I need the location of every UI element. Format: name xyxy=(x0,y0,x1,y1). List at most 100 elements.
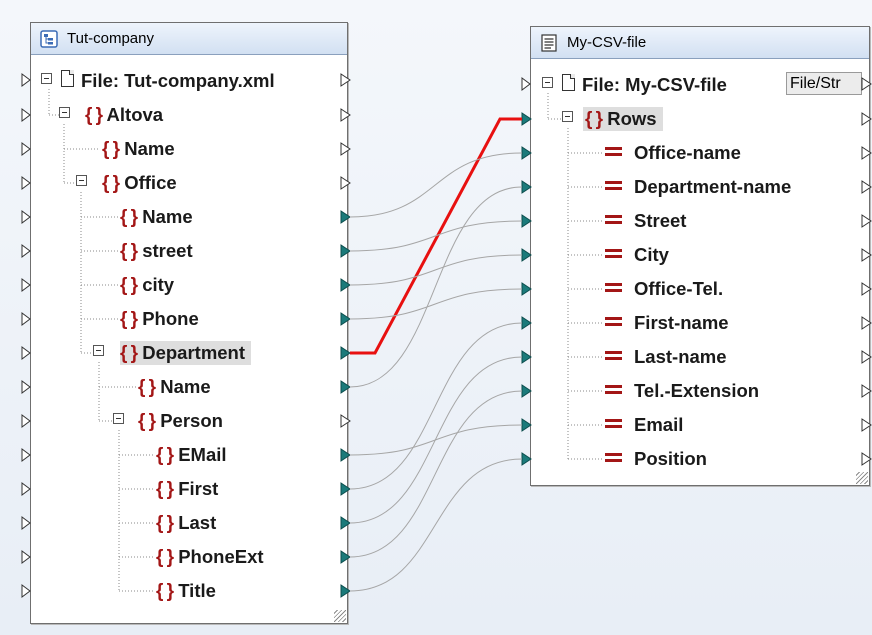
target-field-row[interactable]: Street xyxy=(531,207,867,233)
collapse-toggle[interactable] xyxy=(562,111,573,122)
source-item-label: { } Name xyxy=(120,205,193,229)
source-item-label: { } EMail xyxy=(156,443,227,467)
target-field-label: Office-name xyxy=(634,142,741,163)
source-tree-item[interactable]: { } city xyxy=(31,271,345,297)
text-field-icon xyxy=(605,453,622,462)
source-tree-item[interactable]: { } EMail xyxy=(31,441,345,467)
target-component-header[interactable]: My-CSV-file xyxy=(531,27,869,59)
source-item-label: { } Last xyxy=(156,511,216,535)
source-tree-item[interactable]: { } Phone xyxy=(31,305,345,331)
target-file-row[interactable]: File: My-CSV-file File/Str xyxy=(531,71,867,97)
source-tree-item[interactable]: { } Name xyxy=(31,373,345,399)
source-item-text: Phone xyxy=(137,308,199,329)
collapse-toggle[interactable] xyxy=(542,77,553,88)
source-item-text: EMail xyxy=(173,444,227,465)
source-item-text: Person xyxy=(155,410,223,431)
target-field-row[interactable]: First-name xyxy=(531,309,867,335)
source-tree-item[interactable]: { } Name xyxy=(31,135,345,161)
target-field-row[interactable]: Office-name xyxy=(531,139,867,165)
target-field-row[interactable]: City xyxy=(531,241,867,267)
target-field-row[interactable]: Department-name xyxy=(531,173,867,199)
target-field-row[interactable]: Last-name xyxy=(531,343,867,369)
source-item-text: Name xyxy=(137,206,193,227)
collapse-toggle[interactable] xyxy=(41,73,52,84)
text-field-icon xyxy=(605,385,622,394)
mapping-connection xyxy=(349,220,523,252)
source-item-label: { } Name xyxy=(138,375,211,399)
element-icon: { } xyxy=(120,275,138,296)
element-icon: { } xyxy=(156,581,174,602)
element-icon: { } xyxy=(138,411,156,432)
source-tree-item[interactable]: { } Office xyxy=(31,169,345,195)
file-string-button[interactable]: File/Str xyxy=(786,72,862,95)
text-field-icon xyxy=(605,147,622,156)
mapping-connection xyxy=(349,390,523,558)
text-field-icon xyxy=(605,419,622,428)
mapping-connection-highlighted xyxy=(350,117,522,355)
input-connector xyxy=(21,584,31,598)
source-item-label: { } First xyxy=(156,477,218,501)
source-item-text: Name xyxy=(119,138,175,159)
input-connector xyxy=(21,210,31,224)
source-tree-item[interactable]: { } Altova xyxy=(31,101,345,127)
source-file-row[interactable]: File: Tut-company.xml xyxy=(31,67,345,93)
text-field-icon xyxy=(605,181,622,190)
element-icon: { } xyxy=(156,479,174,500)
target-field-label: First-name xyxy=(634,312,729,333)
source-item-label: { } street xyxy=(120,239,193,263)
source-item-text: Last xyxy=(173,512,217,533)
input-connector xyxy=(21,108,31,122)
element-icon: { } xyxy=(156,513,174,534)
target-resize-handle[interactable] xyxy=(856,472,868,484)
source-resize-handle[interactable] xyxy=(334,610,346,622)
input-connector xyxy=(21,142,31,156)
target-field-row[interactable]: Email xyxy=(531,411,867,437)
source-item-label: { } Name xyxy=(102,137,175,161)
mapping-connection xyxy=(349,152,523,218)
input-connector xyxy=(21,73,31,87)
collapse-toggle[interactable] xyxy=(93,345,104,356)
mapping-connection xyxy=(349,356,523,524)
source-tree-item[interactable]: { } Person xyxy=(31,407,345,433)
source-item-label: { } Department xyxy=(120,341,252,365)
input-connector xyxy=(21,448,31,462)
element-icon: { } xyxy=(156,445,174,466)
source-item-label: { } city xyxy=(120,273,174,297)
source-item-text: city xyxy=(137,274,175,295)
text-field-icon xyxy=(605,351,622,360)
collapse-toggle[interactable] xyxy=(59,107,70,118)
source-tree-item[interactable]: { } Department xyxy=(31,339,345,365)
source-tree-item[interactable]: { } street xyxy=(31,237,345,263)
element-icon: { } xyxy=(585,109,603,130)
target-field-label: City xyxy=(634,244,669,265)
mapping-connection xyxy=(349,288,523,320)
collapse-toggle[interactable] xyxy=(113,413,124,424)
mapping-connection xyxy=(349,458,523,592)
source-component-title: Tut-company xyxy=(67,30,154,47)
source-item-text: Title xyxy=(173,580,216,601)
source-tree-item[interactable]: { } Title xyxy=(31,577,345,603)
source-tree-item[interactable]: { } First xyxy=(31,475,345,501)
document-icon xyxy=(61,70,74,87)
source-tree-item[interactable]: { } Last xyxy=(31,509,345,535)
input-connector xyxy=(21,482,31,496)
target-field-row[interactable]: Position xyxy=(531,445,867,471)
target-field-row[interactable]: Tel.-Extension xyxy=(531,377,867,403)
source-item-text: Name xyxy=(155,376,211,397)
source-item-label: { } PhoneExt xyxy=(156,545,264,569)
element-icon: { } xyxy=(120,207,138,228)
source-tree-item[interactable]: { } Name xyxy=(31,203,345,229)
source-component-header[interactable]: Tut-company xyxy=(31,23,347,55)
input-connector xyxy=(21,278,31,292)
source-item-label: { } Person xyxy=(138,409,223,433)
target-field-label: Last-name xyxy=(634,346,727,367)
target-rows-row[interactable]: { } Rows xyxy=(531,105,867,131)
target-field-row[interactable]: Office-Tel. xyxy=(531,275,867,301)
source-tree-item[interactable]: { } PhoneExt xyxy=(31,543,345,569)
element-icon: { } xyxy=(138,377,156,398)
input-connector xyxy=(21,550,31,564)
input-connector xyxy=(21,516,31,530)
collapse-toggle[interactable] xyxy=(76,175,87,186)
mapping-connection xyxy=(349,424,523,456)
target-field-label: Position xyxy=(634,448,707,469)
